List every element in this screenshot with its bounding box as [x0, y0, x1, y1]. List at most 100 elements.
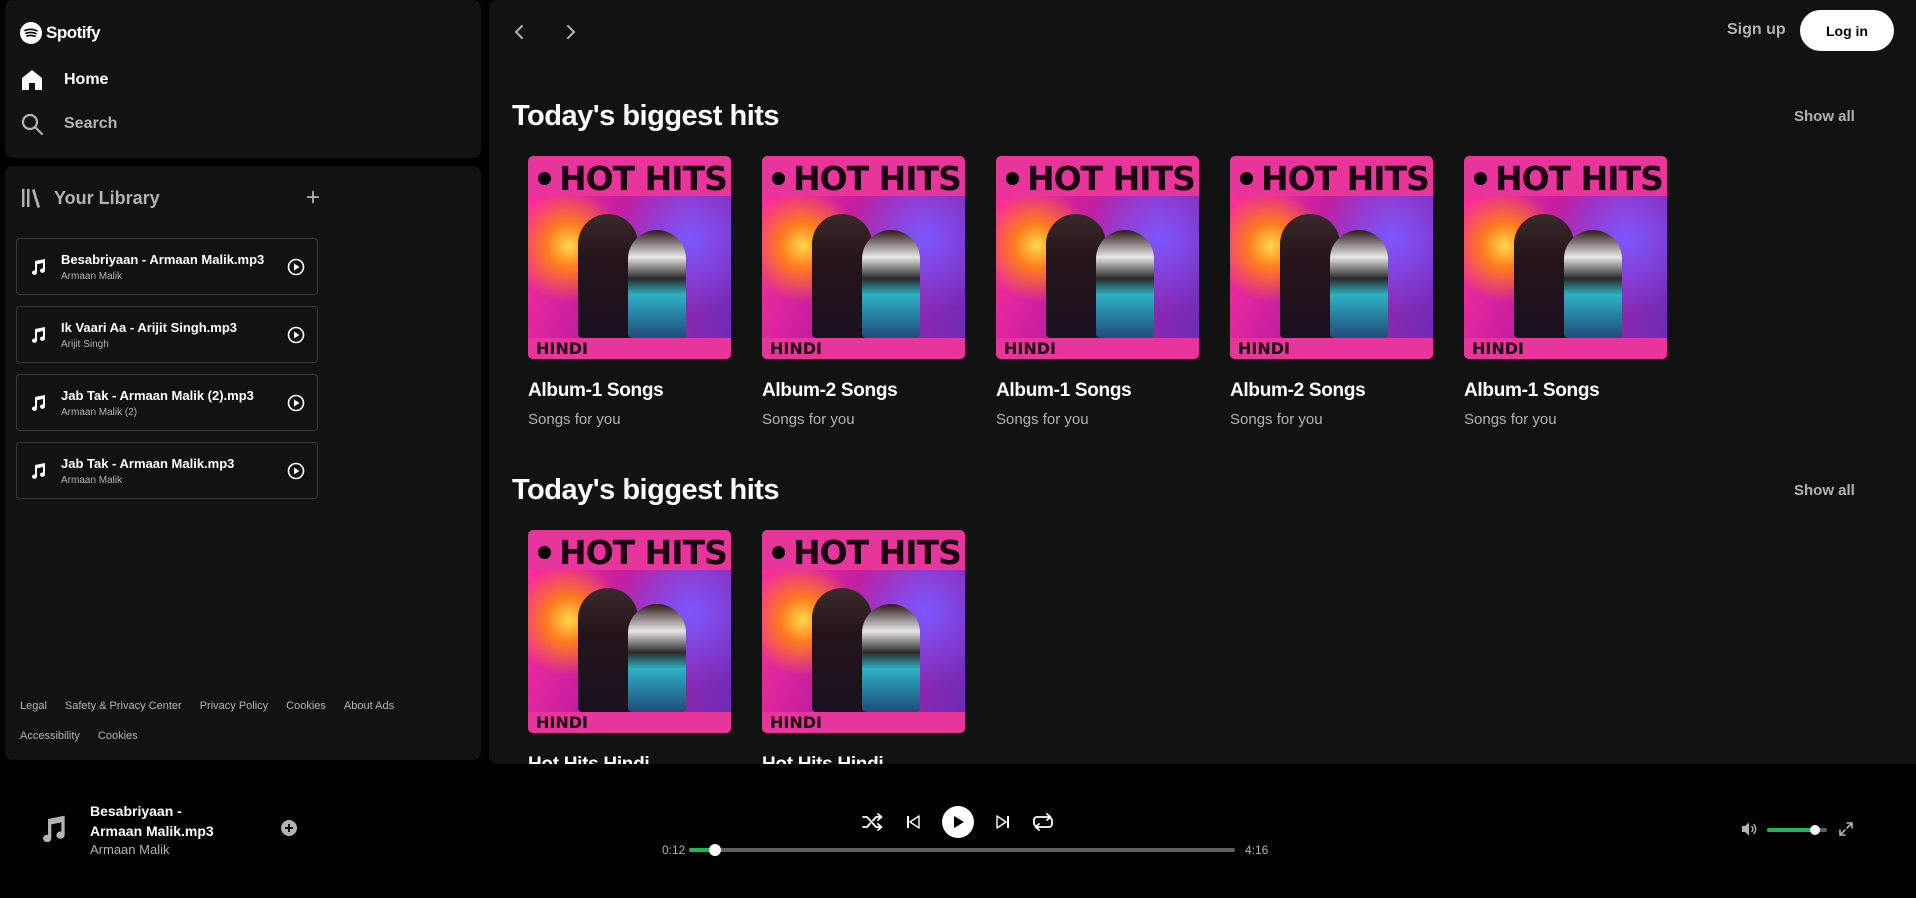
- spotify-icon: [1474, 172, 1487, 185]
- duration-time: 4:16: [1245, 843, 1269, 857]
- music-note-icon: [32, 394, 46, 411]
- library-title: Your Library: [54, 187, 160, 208]
- section-title[interactable]: Today's biggest hits: [512, 100, 780, 133]
- spotify-icon: [1240, 172, 1253, 185]
- track-title: Ik Vaari Aa - Arijit Singh.mp3: [61, 319, 238, 335]
- playlist-card[interactable]: HOT HITS HINDI Hot Hits Hindi: [528, 530, 731, 764]
- spotify-logo[interactable]: Spotify: [20, 22, 101, 44]
- library-icon: [22, 189, 40, 208]
- library-track[interactable]: Besabriyaan - Armaan Malik.mp3 Armaan Ma…: [16, 238, 318, 295]
- main-content: Sign up Log in Today's biggest hits Show…: [489, 0, 1916, 764]
- footer-link-accessibility[interactable]: Accessibility: [20, 730, 80, 742]
- card-title: Hot Hits Hindi: [762, 754, 965, 764]
- card-title: Album-2 Songs: [762, 380, 898, 401]
- create-playlist-button[interactable]: +: [306, 186, 320, 210]
- footer-link-cookies-2[interactable]: Cookies: [98, 730, 138, 742]
- card-title: Album-2 Songs: [1230, 380, 1366, 401]
- now-playing-artist[interactable]: Armaan Malik: [90, 842, 169, 857]
- volume-slider[interactable]: [1767, 825, 1827, 835]
- footer-link-about-ads[interactable]: About Ads: [344, 700, 394, 712]
- library-header: Your Library +: [20, 186, 320, 210]
- footer-link-cookies[interactable]: Cookies: [286, 700, 326, 712]
- now-playing-title[interactable]: Besabriyaan - Armaan Malik.mp3: [90, 801, 230, 841]
- show-all-button[interactable]: Show all: [1794, 108, 1855, 125]
- nav-search[interactable]: Search: [20, 112, 117, 136]
- login-button[interactable]: Log in: [1800, 10, 1894, 51]
- spotify-icon: [772, 546, 785, 559]
- playback-controls: [862, 806, 1054, 838]
- card-row: HOT HITS HINDI Album-1 Songs Songs for y…: [528, 156, 1667, 428]
- repeat-icon: [1033, 813, 1053, 831]
- playlist-cover: HOT HITS HINDI: [1464, 156, 1667, 359]
- card-subtitle: Songs for you: [1230, 411, 1323, 428]
- cover-title-text: HOT HITS: [793, 159, 962, 198]
- library-track[interactable]: Ik Vaari Aa - Arijit Singh.mp3 Arijit Si…: [16, 306, 318, 363]
- signup-button[interactable]: Sign up: [1727, 21, 1786, 39]
- show-all-button[interactable]: Show all: [1794, 482, 1855, 499]
- cover-band-text: HINDI: [762, 338, 965, 359]
- playlist-card[interactable]: HOT HITS HINDI Hot Hits Hindi: [762, 530, 965, 764]
- playlist-card[interactable]: HOT HITS HINDI Album-1 Songs Songs for y…: [528, 156, 731, 428]
- card-subtitle: Songs for you: [762, 411, 855, 428]
- history-nav: [505, 18, 585, 46]
- chevron-right-icon: [567, 25, 576, 39]
- next-button[interactable]: [992, 811, 1014, 833]
- nav-home[interactable]: Home: [20, 68, 108, 92]
- shuffle-button[interactable]: [862, 811, 884, 833]
- music-note-icon: [32, 326, 46, 343]
- repeat-button[interactable]: [1032, 811, 1054, 833]
- playlist-card[interactable]: HOT HITS HINDI Album-1 Songs Songs for y…: [996, 156, 1199, 428]
- playlist-cover: HOT HITS HINDI: [1230, 156, 1433, 359]
- playlist-cover: HOT HITS HINDI: [528, 530, 731, 733]
- progress-handle[interactable]: [708, 844, 721, 856]
- play-circle-icon[interactable]: [287, 258, 305, 276]
- music-note-icon: [43, 815, 65, 843]
- back-button[interactable]: [505, 18, 533, 46]
- cover-title-text: HOT HITS: [1027, 159, 1196, 198]
- card-title: Album-1 Songs: [996, 380, 1132, 401]
- cover-title-text: HOT HITS: [559, 159, 728, 198]
- play-icon: [954, 816, 964, 828]
- playlist-card[interactable]: HOT HITS HINDI Album-1 Songs Songs for y…: [1464, 156, 1667, 428]
- library-track[interactable]: Jab Tak - Armaan Malik (2).mp3 Armaan Ma…: [16, 374, 318, 431]
- footer-link-privacy[interactable]: Privacy Policy: [200, 700, 268, 712]
- track-title: Jab Tak - Armaan Malik (2).mp3: [61, 387, 254, 403]
- play-button[interactable]: [942, 806, 974, 838]
- elapsed-time: 0:12: [662, 843, 686, 857]
- nav-search-label: Search: [64, 115, 118, 132]
- fullscreen-icon[interactable]: [1838, 821, 1854, 837]
- playlist-card[interactable]: HOT HITS HINDI Album-2 Songs Songs for y…: [762, 156, 965, 428]
- cover-title-text: HOT HITS: [793, 533, 962, 572]
- playlist-cover: HOT HITS HINDI: [528, 156, 731, 359]
- library-track[interactable]: Jab Tak - Armaan Malik.mp3 Armaan Malik: [16, 442, 318, 499]
- play-circle-icon[interactable]: [287, 326, 305, 344]
- cover-band-text: HINDI: [528, 712, 731, 733]
- library-title-button[interactable]: Your Library: [20, 187, 160, 209]
- spotify-icon: [538, 172, 551, 185]
- footer-link-safety[interactable]: Safety & Privacy Center: [65, 700, 182, 712]
- track-artist: Arijit Singh: [61, 338, 109, 350]
- volume-icon[interactable]: [1740, 820, 1758, 838]
- library-panel: Your Library + Besabriyaan - Armaan Mali…: [5, 166, 481, 760]
- previous-button[interactable]: [902, 811, 924, 833]
- playlist-cover: HOT HITS HINDI: [762, 530, 965, 733]
- spotify-icon: [538, 546, 551, 559]
- card-subtitle: Songs for you: [1464, 411, 1557, 428]
- card-subtitle: Songs for you: [528, 411, 621, 428]
- cover-band-text: HINDI: [996, 338, 1199, 359]
- play-circle-icon[interactable]: [287, 462, 305, 480]
- volume-handle[interactable]: [1810, 825, 1820, 835]
- playlist-card[interactable]: HOT HITS HINDI Album-2 Songs Songs for y…: [1230, 156, 1433, 428]
- progress-bar[interactable]: [689, 844, 1235, 856]
- add-to-library-button[interactable]: [281, 820, 297, 836]
- section-title[interactable]: Today's biggest hits: [512, 474, 780, 507]
- cover-band-text: HINDI: [762, 712, 965, 733]
- card-title: Album-1 Songs: [1464, 380, 1600, 401]
- cover-title-text: HOT HITS: [1495, 159, 1664, 198]
- card-subtitle: Songs for you: [996, 411, 1089, 428]
- play-circle-icon[interactable]: [287, 394, 305, 412]
- forward-button[interactable]: [557, 18, 585, 46]
- music-note-icon: [32, 258, 46, 275]
- footer-link-legal[interactable]: Legal: [20, 700, 47, 712]
- cover-band-text: HINDI: [1230, 338, 1433, 359]
